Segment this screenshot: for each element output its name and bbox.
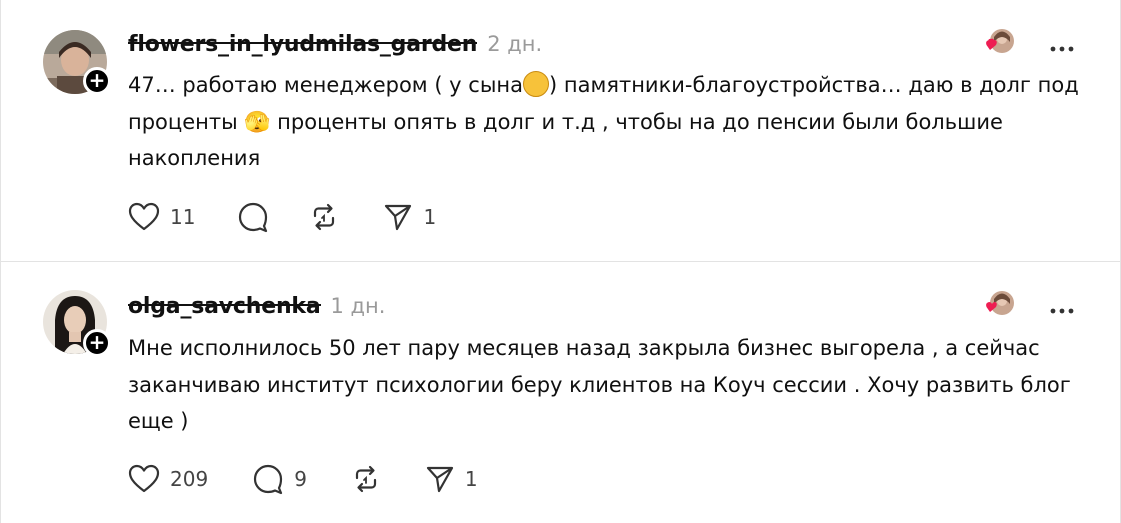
post-text: 47… работаю менеджером ( у сына) памятни…: [128, 71, 1079, 170]
post-actions: 11 1: [128, 200, 436, 234]
liked-by-author-indicator: [986, 290, 1014, 318]
follow-button[interactable]: +: [83, 329, 111, 357]
share-count: 1: [423, 205, 437, 229]
follow-button[interactable]: +: [83, 67, 111, 95]
like-button[interactable]: 209: [128, 464, 208, 494]
thread-post: + olga_savchenka 1 дн. Мне исполнилось 5…: [0, 262, 1121, 523]
like-count: 209: [170, 467, 209, 491]
send-icon: [385, 204, 412, 231]
post-text: Мне исполнилось 50 лет пару месяцев наза…: [128, 336, 1071, 433]
send-icon: [426, 466, 454, 493]
heart-icon: [128, 202, 160, 231]
share-count: 1: [464, 467, 478, 491]
repost-icon: [355, 465, 377, 493]
reply-button[interactable]: 9: [252, 463, 307, 495]
repost-button[interactable]: [351, 464, 381, 494]
like-count: 11: [170, 205, 196, 229]
reply-count: 9: [294, 467, 307, 491]
more-dots-icon[interactable]: [1049, 300, 1075, 314]
reply-button[interactable]: [237, 201, 269, 233]
like-button[interactable]: 11: [128, 202, 195, 232]
heart-icon: [128, 464, 160, 493]
repost-button[interactable]: [309, 202, 339, 232]
post-timestamp[interactable]: 2 дн.: [487, 32, 542, 56]
more-dots-icon[interactable]: [1049, 38, 1075, 52]
liked-by-author-indicator: [986, 28, 1014, 56]
username-link[interactable]: flowers_in_lyudmilas_garden: [128, 32, 478, 57]
comment-icon: [239, 202, 268, 233]
rolling-laughing-emoji-icon: [523, 71, 550, 97]
post-timestamp[interactable]: 1 дн.: [331, 294, 386, 318]
post-actions: 209 9 1: [128, 462, 478, 496]
repost-icon: [314, 203, 335, 231]
post-meta: flowers_in_lyudmilas_garden 2 дн.: [128, 30, 542, 58]
post-meta: olga_savchenka 1 дн.: [128, 292, 385, 320]
share-button[interactable]: 1: [383, 202, 436, 232]
thread-post: + flowers_in_lyudmilas_garden 2 дн. 47… …: [0, 0, 1121, 262]
share-button[interactable]: 1: [425, 464, 478, 494]
comment-icon: [254, 464, 283, 495]
username-link[interactable]: olga_savchenka: [128, 294, 321, 319]
